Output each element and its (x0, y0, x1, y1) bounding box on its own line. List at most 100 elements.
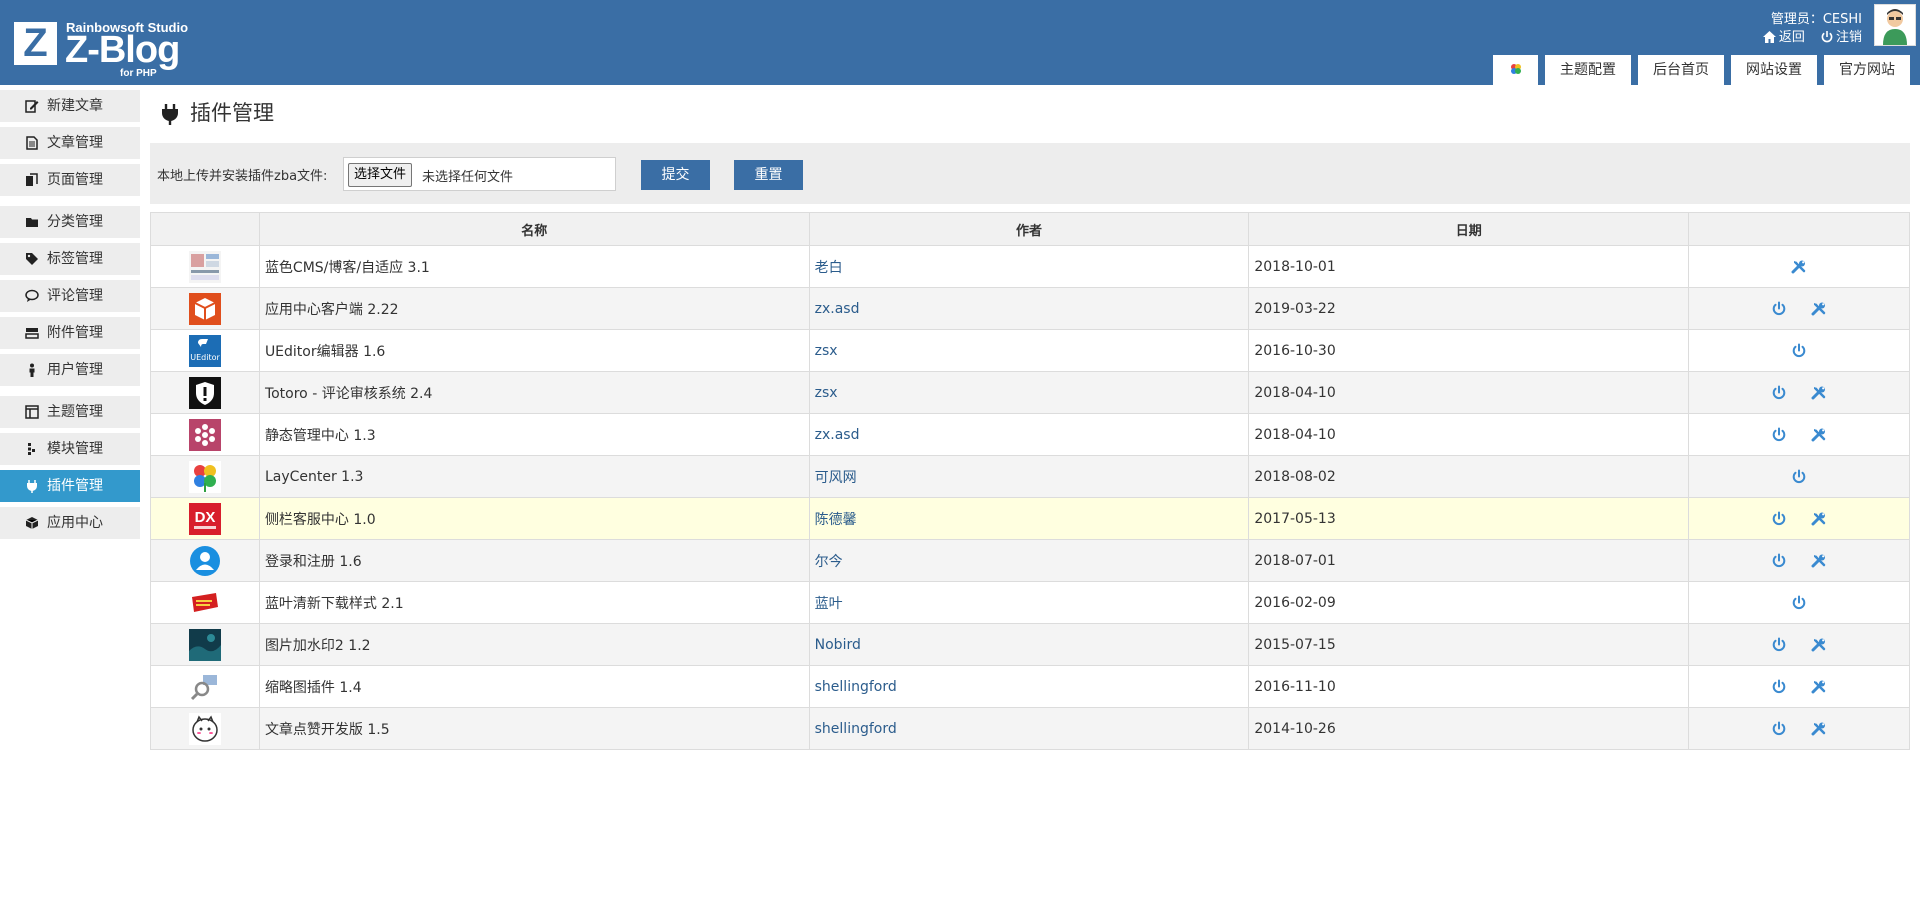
plugin-icon-cell (150, 581, 260, 624)
back-label: 返回 (1778, 30, 1805, 45)
power-icon[interactable] (1771, 301, 1787, 317)
tag-icon (26, 253, 38, 265)
watermark-icon (188, 628, 221, 661)
plugin-actions (1688, 707, 1910, 750)
tab-theme-config[interactable]: 主题配置 (1545, 55, 1631, 85)
plugin-name: 静态管理中心 1.3 (258, 413, 810, 456)
plugin-name: 侧栏客服中心 1.0 (258, 497, 810, 540)
plugin-author-link[interactable]: 蓝叶 (808, 581, 1250, 624)
main-content: 插件管理 本地上传并安装插件zba文件: 选择文件 未选择任何文件 提交 重置 … (150, 85, 1910, 750)
plugin-actions (1688, 245, 1910, 288)
plugin-title-icon (162, 104, 178, 125)
sidebar-item-new-article[interactable]: 新建文章 (0, 90, 140, 122)
sidebar-item-themes[interactable]: 主题管理 (0, 396, 140, 428)
header-name: 名称 (258, 212, 810, 246)
login-user-icon (189, 545, 221, 577)
sidebar-item-label: 模块管理 (47, 441, 103, 457)
plugin-name: 图片加水印2 1.2 (258, 623, 810, 666)
plugin-author-link[interactable]: zsx (808, 371, 1250, 414)
plugin-author-link[interactable]: 陈德馨 (808, 497, 1250, 540)
power-icon[interactable] (1791, 469, 1807, 485)
plugin-name: 应用中心客户端 2.22 (258, 287, 810, 330)
totoro-shield-icon (188, 376, 221, 409)
sidebar-item-modules[interactable]: 模块管理 (0, 433, 140, 465)
ueditor-icon: UEditor (188, 334, 221, 367)
sidebar-item-app-center[interactable]: 应用中心 (0, 507, 140, 539)
blue-cms-icon (188, 250, 221, 283)
zblog-logo[interactable]: Z Rainbowsoft Studio Z-Blog for PHP (14, 19, 194, 79)
tab-admin-home[interactable]: 后台首页 (1638, 55, 1724, 85)
submit-button[interactable]: 提交 (641, 160, 710, 190)
plugin-date: 2019-03-22 (1248, 287, 1690, 330)
wrench-settings-icon[interactable] (1811, 553, 1827, 569)
power-icon[interactable] (1771, 511, 1787, 527)
sidebar-item-pages[interactable]: 页面管理 (0, 164, 140, 196)
wrench-settings-icon[interactable] (1811, 301, 1827, 317)
sidebar-item-label: 用户管理 (47, 362, 103, 378)
sidebar-item-users[interactable]: 用户管理 (0, 354, 140, 386)
header-author: 作者 (808, 212, 1250, 246)
wrench-settings-icon[interactable] (1811, 385, 1827, 401)
plugin-name: UEditor编辑器 1.6 (258, 329, 810, 372)
power-icon[interactable] (1791, 595, 1807, 611)
plugin-author-link[interactable]: zx.asd (808, 287, 1250, 330)
static-center-icon (188, 418, 221, 451)
plugin-author-link[interactable]: shellingford (808, 707, 1250, 750)
plugin-icon-cell (150, 371, 260, 414)
reset-button[interactable]: 重置 (734, 160, 803, 190)
power-icon[interactable] (1771, 679, 1787, 695)
power-icon[interactable] (1771, 637, 1787, 653)
sidebar-item-label: 应用中心 (47, 515, 103, 531)
folder-icon (26, 218, 38, 227)
plugin-actions (1688, 329, 1910, 372)
plugin-author-link[interactable]: zx.asd (808, 413, 1250, 456)
sidebar-item-label: 评论管理 (47, 288, 103, 304)
plugin-author-link[interactable]: 尔今 (808, 539, 1250, 582)
plugin-date: 2016-10-30 (1248, 329, 1690, 372)
plugin-name: 缩略图插件 1.4 (258, 665, 810, 708)
theme-icon (25, 405, 39, 419)
sidebar-item-articles[interactable]: 文章管理 (0, 127, 140, 159)
dx-service-icon: DX (188, 502, 221, 535)
wrench-settings-icon[interactable] (1811, 511, 1827, 527)
plugin-icon-cell (150, 287, 260, 330)
upload-label: 本地上传并安装插件zba文件: (157, 169, 328, 184)
plugin-date: 2015-07-15 (1248, 623, 1690, 666)
sidebar-item-tags[interactable]: 标签管理 (0, 243, 140, 275)
tab-site-settings[interactable]: 网站设置 (1731, 55, 1817, 85)
plugin-author-link[interactable]: 老白 (808, 245, 1250, 288)
power-icon[interactable] (1771, 427, 1787, 443)
power-icon[interactable] (1771, 385, 1787, 401)
table-row: LayCenter 1.3 可风网 2018-08-02 (150, 455, 1910, 498)
tab-official-site[interactable]: 官方网站 (1824, 55, 1910, 85)
back-link[interactable]: 返回 (1762, 30, 1805, 45)
sidebar-item-plugins[interactable]: 插件管理 (0, 470, 140, 502)
logo-z-mark: Z (14, 22, 57, 65)
plugin-author-link[interactable]: Nobird (808, 623, 1250, 666)
sidebar-item-attachments[interactable]: 附件管理 (0, 317, 140, 349)
admin-name: 管理员：CESHI (1770, 12, 1862, 27)
power-icon[interactable] (1771, 721, 1787, 737)
thumbnail-magnifier-icon (188, 670, 221, 703)
wrench-settings-icon[interactable] (1791, 259, 1807, 275)
choose-file-button[interactable]: 选择文件 (348, 163, 413, 187)
wrench-settings-icon[interactable] (1811, 637, 1827, 653)
sidebar-item-categories[interactable]: 分类管理 (0, 206, 140, 238)
plugin-date: 2018-07-01 (1248, 539, 1690, 582)
wrench-settings-icon[interactable] (1811, 721, 1827, 737)
wrench-settings-icon[interactable] (1811, 427, 1827, 443)
power-icon[interactable] (1771, 553, 1787, 569)
logout-link[interactable]: 注销 (1821, 30, 1862, 45)
wrench-settings-icon[interactable] (1811, 679, 1827, 695)
file-input[interactable]: 选择文件 未选择任何文件 (343, 157, 616, 191)
avatar[interactable] (1874, 4, 1916, 46)
tab-color-theme[interactable] (1493, 55, 1538, 85)
plugin-date: 2014-10-26 (1248, 707, 1690, 750)
plugin-author-link[interactable]: 可风网 (808, 455, 1250, 498)
like-cartoon-icon (188, 712, 221, 745)
power-icon[interactable] (1791, 343, 1807, 359)
plugin-author-link[interactable]: shellingford (808, 665, 1250, 708)
header-bar: Z Rainbowsoft Studio Z-Blog for PHP 管理员：… (0, 0, 1920, 85)
plugin-author-link[interactable]: zsx (808, 329, 1250, 372)
sidebar-item-comments[interactable]: 评论管理 (0, 280, 140, 312)
